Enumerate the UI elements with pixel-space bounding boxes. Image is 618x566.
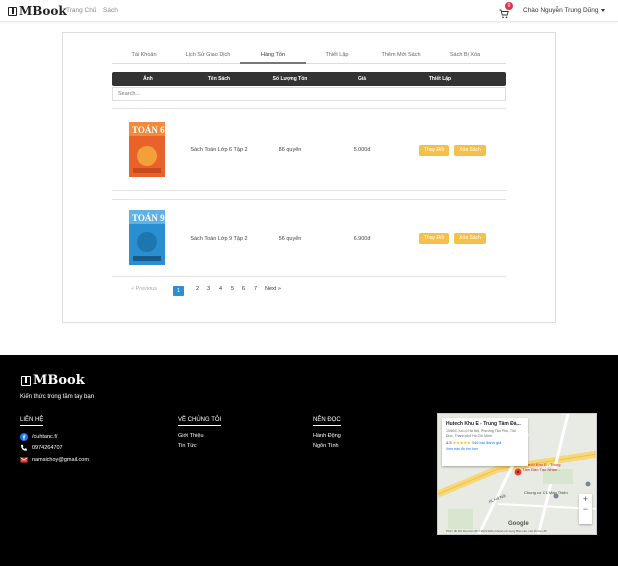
delete-book-button[interactable]: Xóa Sách xyxy=(454,145,486,156)
book-price: 5.000đ xyxy=(353,147,371,153)
greeting-text: Chào Nguyễn Trung Dũng xyxy=(523,7,599,14)
user-menu-toggle[interactable]: Chào Nguyễn Trung Dũng xyxy=(523,7,605,14)
top-navbar: MBook Trang Chủ Sách 0 Chào Nguyễn Trung… xyxy=(0,0,618,22)
book-name: Sách Toán Lớp 6 Tập 2 xyxy=(190,147,248,153)
book-quantity: 56 quyển xyxy=(278,236,302,242)
map-poi-label: Hutech Khu E - Trung Tâm Đào Tạo Nhân... xyxy=(522,462,561,472)
pagination-page-7[interactable]: 7 xyxy=(254,286,257,292)
column-header-name: Tên Sách xyxy=(207,76,231,82)
row-divider xyxy=(112,190,506,191)
tab-inventory[interactable]: Hàng Tồn xyxy=(261,52,285,58)
table-header: Ảnh Tên Sách Số Lượng Tồn Giá Thiết Lập xyxy=(112,72,506,86)
map-place-title: Hutech Khu E - Trung Tâm Đà... xyxy=(446,421,521,427)
tab-settings[interactable]: Thiết Lập xyxy=(326,52,349,58)
row-divider xyxy=(112,199,506,200)
book-cover-title: TOÁN 6 xyxy=(132,125,165,135)
tab-account[interactable]: Tài Khoản xyxy=(131,52,156,58)
tab-transaction-history[interactable]: Lịch Sử Giao Dịch xyxy=(186,52,231,58)
delete-book-button[interactable]: Xóa Sách xyxy=(454,233,486,244)
book-name: Sách Toán Lớp 9 Tập 2 xyxy=(190,236,248,242)
book-icon xyxy=(21,375,31,386)
nav-books-link[interactable]: Sách xyxy=(103,7,118,14)
footer-romance-link[interactable]: Ngôn Tình xyxy=(313,443,339,449)
book-cover-image: TOÁN 6 xyxy=(129,122,165,177)
footer-facebook-link[interactable]: /cuhtanc.f/ xyxy=(20,433,57,441)
map-rating-value: 4.5 xyxy=(446,440,452,445)
footer-email[interactable]: namsichoy@gmail.com xyxy=(20,456,89,464)
footer-about-link[interactable]: Giới Thiệu xyxy=(178,433,204,439)
edit-book-button[interactable]: Thay Đổi xyxy=(419,233,449,244)
email-text: namsichoy@gmail.com xyxy=(32,457,89,463)
pagination-page-2[interactable]: 2 xyxy=(196,286,199,292)
mail-icon xyxy=(20,457,28,463)
site-footer: MBook Kiến thức trong tầm tay bạn LIÊN H… xyxy=(0,355,618,566)
active-tab-indicator xyxy=(240,62,306,64)
profile-tabs: Tài Khoản Lịch Sử Giao Dịch Hàng Tồn Thi… xyxy=(112,46,506,64)
pagination-page-4[interactable]: 4 xyxy=(219,286,222,292)
footer-about-heading: VỀ CHÚNG TÔI xyxy=(178,417,222,426)
chevron-down-icon xyxy=(600,8,605,12)
book-cover-image: TOÁN 9 xyxy=(129,210,165,265)
pagination-next[interactable]: Next » xyxy=(265,286,281,292)
map-zoom-control: + − xyxy=(579,494,592,524)
brand-logo[interactable]: MBook xyxy=(8,4,67,18)
map-place-card[interactable]: Hutech Khu E - Trung Tâm Đà... 10/80C Xa… xyxy=(442,418,528,466)
brand-name: MBook xyxy=(19,4,67,18)
book-icon xyxy=(8,6,17,16)
row-divider xyxy=(112,276,506,277)
row-divider xyxy=(112,108,506,109)
map-place-address: 10/80C Xa Lộ Hà Nội, Phường Tân Phú, Thủ… xyxy=(446,429,516,438)
tab-add-book[interactable]: Thêm Mới Sách xyxy=(381,52,420,58)
footer-news-link[interactable]: Tin Tức xyxy=(178,443,197,449)
column-header-actions: Thiết Lập xyxy=(428,76,452,82)
pagination-page-5[interactable]: 5 xyxy=(231,286,234,292)
map-apartment-label: Chung cư C1 Man Thiện xyxy=(524,490,568,495)
footer-contact-heading: LIÊN HỆ xyxy=(20,417,44,426)
map-rating: 4.5 ★★★★★ 346 bài đánh giá xyxy=(446,440,524,445)
pagination-page-6[interactable]: 6 xyxy=(242,286,245,292)
map-larger-link[interactable]: Xem bản đồ lớn hơn xyxy=(446,447,524,451)
google-logo: Google xyxy=(508,521,529,527)
book-quantity: 86 quyển xyxy=(278,147,302,153)
cart-count-badge: 0 xyxy=(505,2,513,10)
column-header-quantity: Số Lượng Tồn xyxy=(272,76,308,82)
nav-home-link[interactable]: Trang Chủ xyxy=(66,7,96,14)
book-cover-title: TOÁN 9 xyxy=(132,213,165,223)
pagination-page-1[interactable]: 1 xyxy=(173,286,184,296)
facebook-text: /cuhtanc.f/ xyxy=(32,434,58,440)
pagination-previous[interactable]: « Previous xyxy=(131,286,157,292)
table-search-input[interactable] xyxy=(112,87,506,101)
footer-action-link[interactable]: Hành Động xyxy=(313,433,341,439)
star-icon: ★★★★★ xyxy=(452,440,471,445)
footer-tagline: Kiến thức trong tầm tay bạn xyxy=(20,394,95,400)
footer-brand-logo[interactable]: MBook xyxy=(21,373,85,388)
column-header-price: Giá xyxy=(357,76,367,82)
footer-read-heading: NÊN ĐỌC xyxy=(313,417,341,426)
map-footer-text: Phím tắt Dữ liệu bản đồ ©2022 Điều khoản… xyxy=(446,529,547,533)
pagination-page-3[interactable]: 3 xyxy=(207,286,210,292)
column-header-image: Ảnh xyxy=(143,76,153,82)
zoom-in-icon[interactable]: + xyxy=(579,494,592,504)
edit-book-button[interactable]: Thay Đổi xyxy=(419,145,449,156)
map-reviews-link[interactable]: 346 bài đánh giá xyxy=(472,440,502,445)
phone-icon xyxy=(21,444,27,451)
tab-deleted-books[interactable]: Sách Bị Xóa xyxy=(450,52,480,58)
phone-text: 0974264707 xyxy=(32,445,63,451)
zoom-out-icon[interactable]: − xyxy=(579,504,592,514)
footer-brand-name: MBook xyxy=(33,373,85,388)
facebook-icon xyxy=(20,433,28,441)
book-price: 6.900đ xyxy=(353,236,371,242)
footer-phone: 0974264707 xyxy=(20,444,63,452)
embedded-map[interactable]: XL Hà Nội Hutech Khu E - Trung Tâm Đào T… xyxy=(437,413,597,535)
